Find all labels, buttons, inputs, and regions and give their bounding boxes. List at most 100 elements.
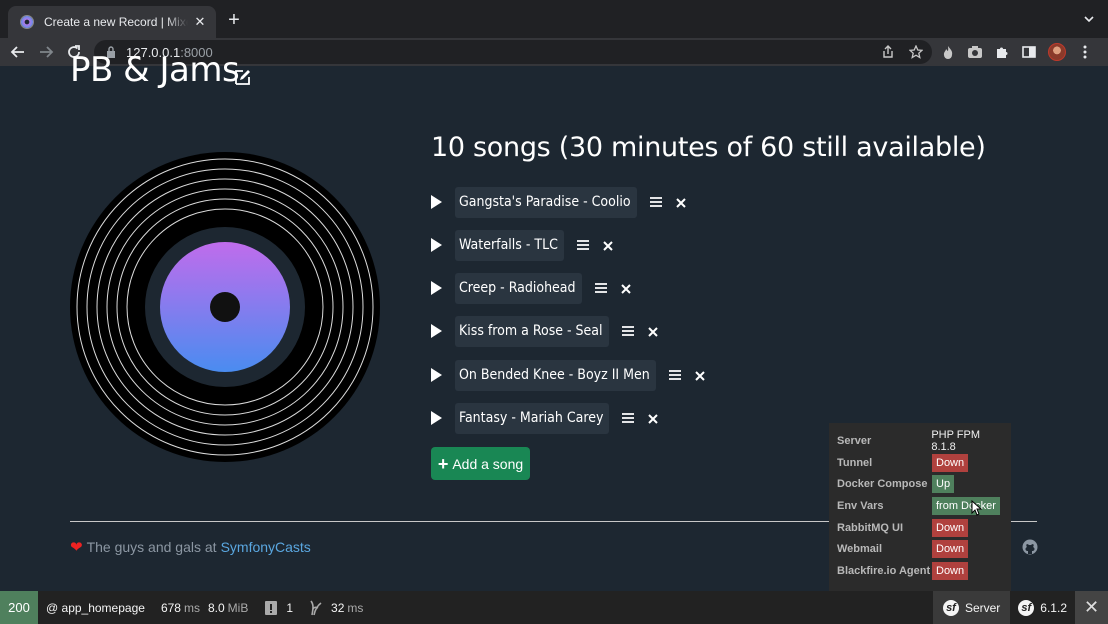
extensions-puzzle-icon[interactable] — [994, 44, 1010, 60]
song-title: On Bended Knee - Boyz II Men — [455, 359, 656, 391]
server-row: Tunnel Down — [837, 453, 1007, 473]
server-row-label: Server — [837, 435, 872, 447]
browser-tabstrip: Create a new Record | Mixed Vinyl ✕ + — [0, 0, 1108, 38]
symfonycasts-link[interactable]: SymfonyCasts — [221, 539, 311, 555]
play-icon[interactable] — [427, 236, 445, 254]
play-icon[interactable] — [427, 279, 445, 297]
camera-extension-icon[interactable] — [967, 44, 983, 60]
symfony-logo-icon: sf — [942, 599, 959, 616]
browser-tab[interactable]: Create a new Record | Mixed Vinyl ✕ — [8, 6, 216, 38]
logs-item[interactable]: 1 — [256, 591, 301, 624]
browser-menu-icon[interactable] — [1077, 44, 1093, 60]
route-item[interactable]: @ app_homepage — [38, 591, 153, 624]
remove-icon[interactable] — [647, 412, 659, 424]
server-row: RabbitMQ UI Down — [837, 518, 1007, 538]
twig-unit: ms — [347, 600, 364, 615]
new-tab-icon[interactable]: + — [224, 10, 244, 30]
drag-handle-icon[interactable] — [649, 195, 663, 209]
server-toolbar-item[interactable]: sf Server — [932, 591, 1011, 624]
server-row: Webmail Down — [837, 539, 1007, 559]
song-title: Gangsta's Paradise - Coolio — [455, 186, 637, 218]
vinyl-record-image — [70, 152, 380, 462]
server-row-value: PHP FPM 8.1.8 — [931, 429, 981, 453]
song-title: Fantasy - Mariah Carey — [455, 402, 610, 434]
song-row: Fantasy - Mariah Carey — [427, 401, 659, 435]
mouse-cursor-icon — [971, 500, 982, 516]
play-icon[interactable] — [427, 366, 445, 384]
remove-icon[interactable] — [675, 196, 687, 208]
back-icon[interactable] — [8, 42, 28, 62]
server-row-label: Blackfire.io Agent — [837, 565, 931, 577]
twig-time: 32 — [331, 600, 345, 615]
github-icon[interactable] — [1022, 539, 1038, 555]
status-badge: Down — [932, 540, 969, 558]
debug-toolbar: 200 @ app_homepage 678 ms 8.0 MiB 1 32 ms s… — [0, 591, 1108, 624]
server-label: Server — [964, 600, 1001, 615]
memory-unit: MiB — [227, 600, 249, 615]
tab-search-chevron-icon[interactable] — [1082, 12, 1096, 26]
song-title: Creep - Radiohead — [455, 272, 582, 304]
song-row: Waterfalls - TLC — [427, 228, 614, 262]
flame-extension-icon[interactable] — [940, 44, 956, 60]
route-name: @ app_homepage — [46, 600, 145, 615]
add-song-label: Add a song — [452, 455, 524, 472]
page-title: PB & Jams — [70, 50, 240, 90]
close-toolbar-icon[interactable]: ✕ — [1075, 591, 1108, 624]
status-badge[interactable]: from Docker — [932, 497, 1000, 515]
symfony-logo-icon: sf — [1018, 599, 1035, 616]
server-status-panel: Server PHP FPM 8.1.8 Tunnel Down Docker … — [829, 423, 1011, 593]
add-song-button[interactable]: + Add a song — [431, 447, 530, 480]
song-title: Waterfalls - TLC — [455, 229, 564, 261]
side-panel-icon[interactable] — [1021, 44, 1037, 60]
song-row: Gangsta's Paradise - Coolio — [427, 185, 687, 219]
edit-pencil-icon[interactable] — [234, 68, 252, 86]
time-value: 678 — [160, 600, 181, 615]
version-item[interactable]: sf 6.1.2 — [1010, 591, 1075, 624]
remove-icon[interactable] — [694, 369, 706, 381]
plus-icon: + — [437, 453, 449, 474]
drag-handle-icon[interactable] — [576, 238, 590, 252]
status-code[interactable]: 200 — [0, 591, 38, 624]
song-title: Kiss from a Rose - Seal — [455, 315, 609, 347]
profile-avatar[interactable] — [1048, 43, 1066, 61]
remove-icon[interactable] — [647, 325, 659, 337]
drag-handle-icon[interactable] — [594, 281, 608, 295]
status-badge: Up — [932, 475, 955, 493]
memory-value: 8.0 — [207, 600, 225, 615]
songs-heading: 10 songs (30 minutes of 60 still availab… — [431, 132, 986, 163]
status-badge: Down — [932, 562, 969, 580]
drag-handle-icon[interactable] — [621, 324, 635, 338]
time-item[interactable]: 678 ms — [153, 591, 208, 624]
bookmark-star-icon[interactable] — [908, 44, 924, 60]
status-badge: Down — [932, 454, 969, 472]
log-warning-icon — [265, 600, 278, 615]
song-row: Creep - Radiohead — [427, 271, 632, 305]
tab-close-icon[interactable]: ✕ — [192, 14, 208, 30]
footer: ❤ The guys and gals at SymfonyCasts — [70, 538, 311, 556]
server-row: Server PHP FPM 8.1.8 — [837, 429, 1007, 453]
song-row: Kiss from a Rose - Seal — [427, 314, 659, 348]
remove-icon[interactable] — [602, 239, 614, 251]
footer-text: The guys and gals at — [86, 539, 217, 555]
server-row-label: Docker Compose — [837, 478, 928, 490]
server-row: Docker Compose Up — [837, 474, 1007, 494]
drag-handle-icon[interactable] — [621, 411, 635, 425]
twig-icon — [310, 600, 322, 615]
play-icon[interactable] — [427, 322, 445, 340]
server-row-label: Webmail — [837, 543, 883, 555]
forward-icon[interactable] — [36, 42, 56, 62]
drag-handle-icon[interactable] — [668, 368, 682, 382]
server-row: Blackfire.io Agent Down — [837, 561, 1007, 581]
twig-item[interactable]: 32 ms — [301, 591, 371, 624]
tab-title: Create a new Record | Mixed Vinyl — [44, 15, 188, 29]
play-icon[interactable] — [427, 409, 445, 427]
server-row-label: Env Vars — [837, 500, 884, 512]
play-icon[interactable] — [427, 193, 445, 211]
share-icon[interactable] — [880, 44, 896, 60]
remove-icon[interactable] — [620, 282, 632, 294]
memory-item[interactable]: 8.0 MiB — [208, 591, 256, 624]
symfony-version: 6.1.2 — [1040, 600, 1067, 615]
vinyl-favicon-icon — [20, 15, 34, 29]
status-badge: Down — [932, 519, 969, 537]
song-row: On Bended Knee - Boyz II Men — [427, 358, 706, 392]
